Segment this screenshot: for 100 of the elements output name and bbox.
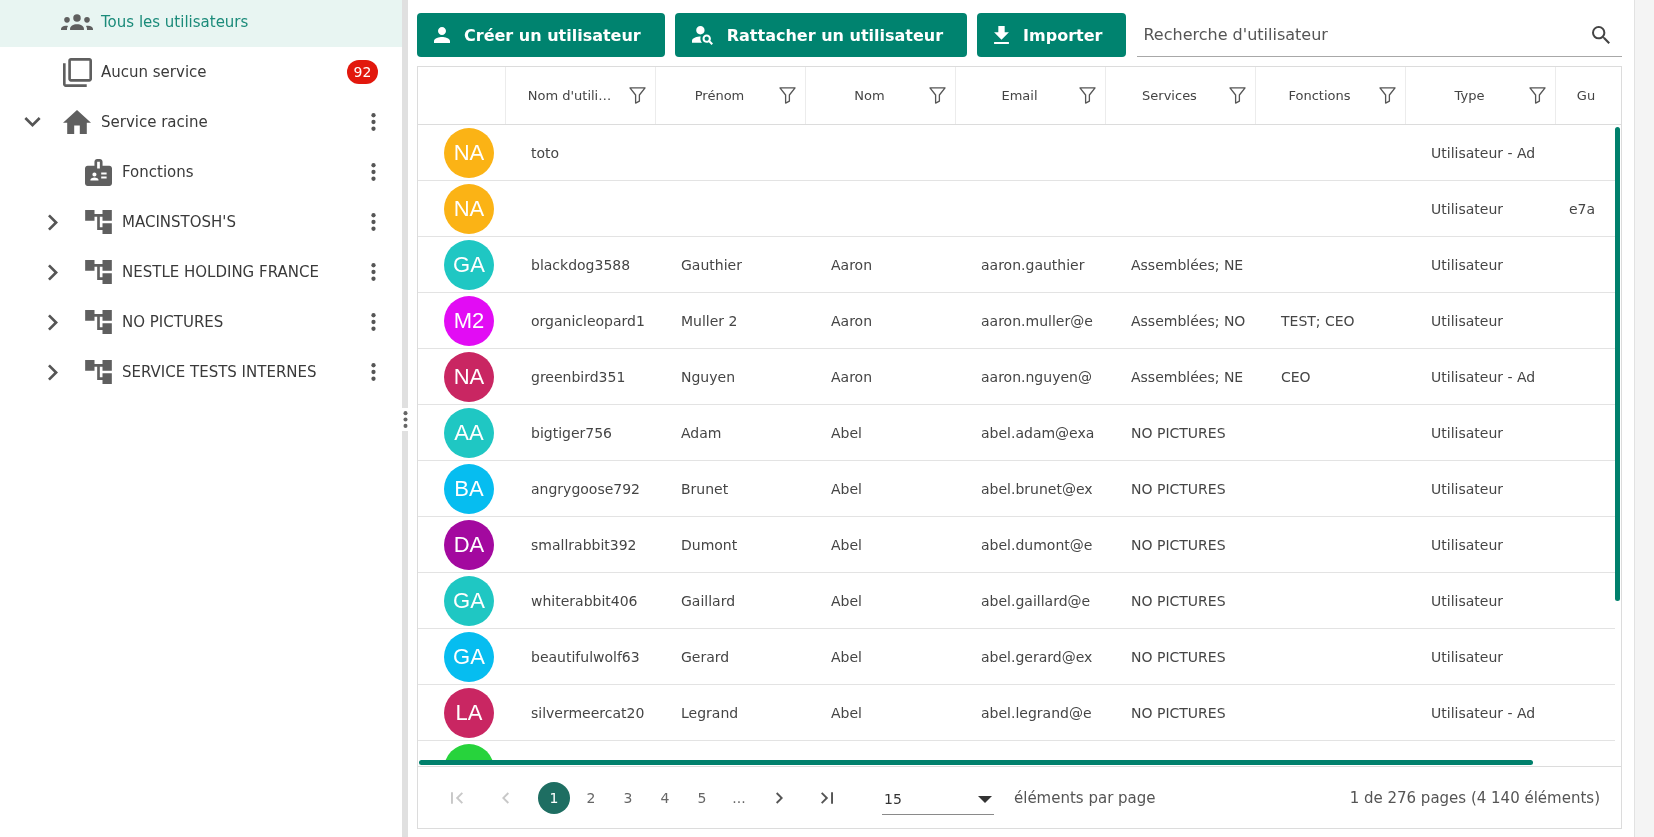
table-cell: Abel	[831, 480, 862, 497]
column-header[interactable]: Email	[960, 88, 1079, 103]
user-avatar: DA	[444, 519, 494, 570]
search-icon[interactable]	[1592, 26, 1610, 44]
table-cell: NO PICTURES	[1131, 480, 1226, 497]
page-button[interactable]: ...	[723, 781, 755, 814]
filter-icon[interactable]	[1229, 87, 1246, 104]
count-badge: 92	[347, 60, 378, 84]
more-vertical-icon[interactable]	[371, 313, 376, 331]
user-avatar: AA	[444, 407, 494, 458]
tree-item[interactable]: Aucun service 92	[0, 47, 402, 97]
column-header[interactable]: Nom d'utili…	[510, 88, 629, 103]
home-icon	[63, 110, 91, 134]
table-cell: greenbird351	[531, 368, 626, 385]
table-cell: Dumont	[681, 536, 738, 553]
user-avatar: GA	[444, 575, 494, 626]
table-cell: aaron.nguyen@	[981, 368, 1092, 385]
filter-icon[interactable]	[1079, 87, 1096, 104]
filter-icon[interactable]	[1529, 87, 1546, 104]
tree-item[interactable]: NO PICTURES	[0, 297, 402, 347]
page-button[interactable]: 2	[575, 781, 607, 814]
table-cell: Utilisateur - Ad	[1431, 368, 1536, 385]
more-vertical-icon[interactable]	[371, 363, 376, 381]
create-user-button[interactable]: Créer un utilisateur	[417, 13, 665, 57]
table-cell: Utilisateur	[1431, 648, 1503, 665]
more-vertical-icon[interactable]	[371, 263, 376, 281]
chevron-right-icon[interactable]	[48, 263, 58, 281]
table-cell: abel.gerard@ex	[981, 648, 1093, 665]
filter-icon[interactable]	[1379, 87, 1396, 104]
table-cell: NO PICTURES	[1131, 536, 1226, 553]
user-avatar: GA	[444, 631, 494, 682]
table-cell: Utilisateur	[1431, 536, 1503, 553]
hierarchy-icon	[84, 360, 112, 384]
table-cell: angrygoose792	[531, 480, 641, 497]
user-avatar: M2	[444, 295, 494, 346]
tree-item[interactable]: MACINSTOSH'S	[0, 197, 402, 247]
user-avatar: BA	[444, 463, 494, 514]
vertical-scrollbar[interactable]	[1615, 127, 1620, 601]
table-cell: aaron.muller@e	[981, 312, 1093, 329]
column-header[interactable]: Type	[1410, 88, 1529, 103]
table-cell: Legrand	[681, 704, 739, 721]
table-cell: organicleopard1	[531, 312, 645, 329]
last-page-icon[interactable]	[821, 791, 833, 804]
page-button[interactable]: 1	[538, 781, 570, 814]
chevron-down-icon[interactable]	[23, 117, 41, 127]
column-header[interactable]: Nom	[810, 88, 929, 103]
table-cell: Abel	[831, 704, 862, 721]
table-cell: abel.brunet@ex	[981, 480, 1093, 497]
users-icon	[61, 13, 93, 30]
more-vertical-icon[interactable]	[371, 163, 376, 181]
filter-icon[interactable]	[929, 87, 946, 104]
filter-icon[interactable]	[779, 87, 796, 104]
table-cell: abel.adam@exa	[981, 424, 1095, 441]
horizontal-scrollbar[interactable]	[419, 760, 1533, 765]
table-cell: smallrabbit392	[531, 536, 637, 553]
page-size-label: éléments par page	[1014, 788, 1156, 807]
page-button[interactable]: 5	[686, 781, 718, 814]
tree-item[interactable]: Fonctions	[0, 147, 402, 197]
attach-user-button[interactable]: Rattacher un utilisateur	[674, 13, 968, 57]
tree-item[interactable]: Tous les utilisateurs	[0, 0, 402, 47]
chevron-right-icon[interactable]	[776, 791, 783, 804]
table-cell: Assemblées; NO	[1131, 312, 1246, 329]
more-vertical-icon[interactable]	[371, 113, 376, 131]
table-cell: abel.gaillard@e	[981, 592, 1091, 609]
search-field[interactable]: Recherche d'utilisateur	[1137, 13, 1622, 57]
table-cell: blackdog3588	[531, 256, 631, 273]
tree-item[interactable]: Service racine	[0, 97, 402, 147]
tree-item[interactable]: SERVICE TESTS INTERNES	[0, 347, 402, 397]
table-cell: Gauthier	[681, 256, 742, 273]
more-vertical-icon[interactable]	[371, 213, 376, 231]
chevron-right-icon[interactable]	[48, 213, 58, 231]
table-cell: Utilisateur	[1431, 312, 1503, 329]
table-cell: Utilisateur	[1431, 200, 1503, 217]
hierarchy-icon	[84, 310, 112, 334]
column-header[interactable]: Gu	[1560, 88, 1612, 103]
table-cell: Gerard	[681, 648, 730, 665]
page-button[interactable]: 4	[649, 781, 681, 814]
chevron-right-icon[interactable]	[48, 363, 58, 381]
table-cell: Aaron	[831, 256, 873, 273]
column-header[interactable]: Fonctions	[1260, 88, 1379, 103]
table-cell: Abel	[831, 648, 862, 665]
table-cell: NO PICTURES	[1131, 424, 1226, 441]
id-badge-icon	[84, 158, 112, 186]
table-cell: silvermeercat20	[531, 704, 645, 721]
drag-handle-icon[interactable]	[402, 411, 408, 428]
column-header[interactable]: Services	[1110, 88, 1229, 103]
table-cell: Gaillard	[681, 592, 736, 609]
page-button[interactable]: 3	[612, 781, 644, 814]
caret-down-icon	[978, 795, 992, 803]
import-button[interactable]: Importer	[977, 13, 1127, 57]
chevron-right-icon[interactable]	[48, 313, 58, 331]
column-header[interactable]: Prénom	[660, 88, 779, 103]
tree-item[interactable]: NESTLE HOLDING FRANCE	[0, 247, 402, 297]
table-cell: Nguyen	[681, 368, 735, 385]
table-cell: Assemblées; NE	[1131, 368, 1244, 385]
page-size-select[interactable]: 15	[882, 780, 994, 815]
table-cell: Aaron	[831, 368, 873, 385]
filter-icon[interactable]	[629, 87, 646, 104]
table-cell: Utilisateur	[1431, 424, 1503, 441]
stacked-squares-icon	[62, 57, 92, 87]
